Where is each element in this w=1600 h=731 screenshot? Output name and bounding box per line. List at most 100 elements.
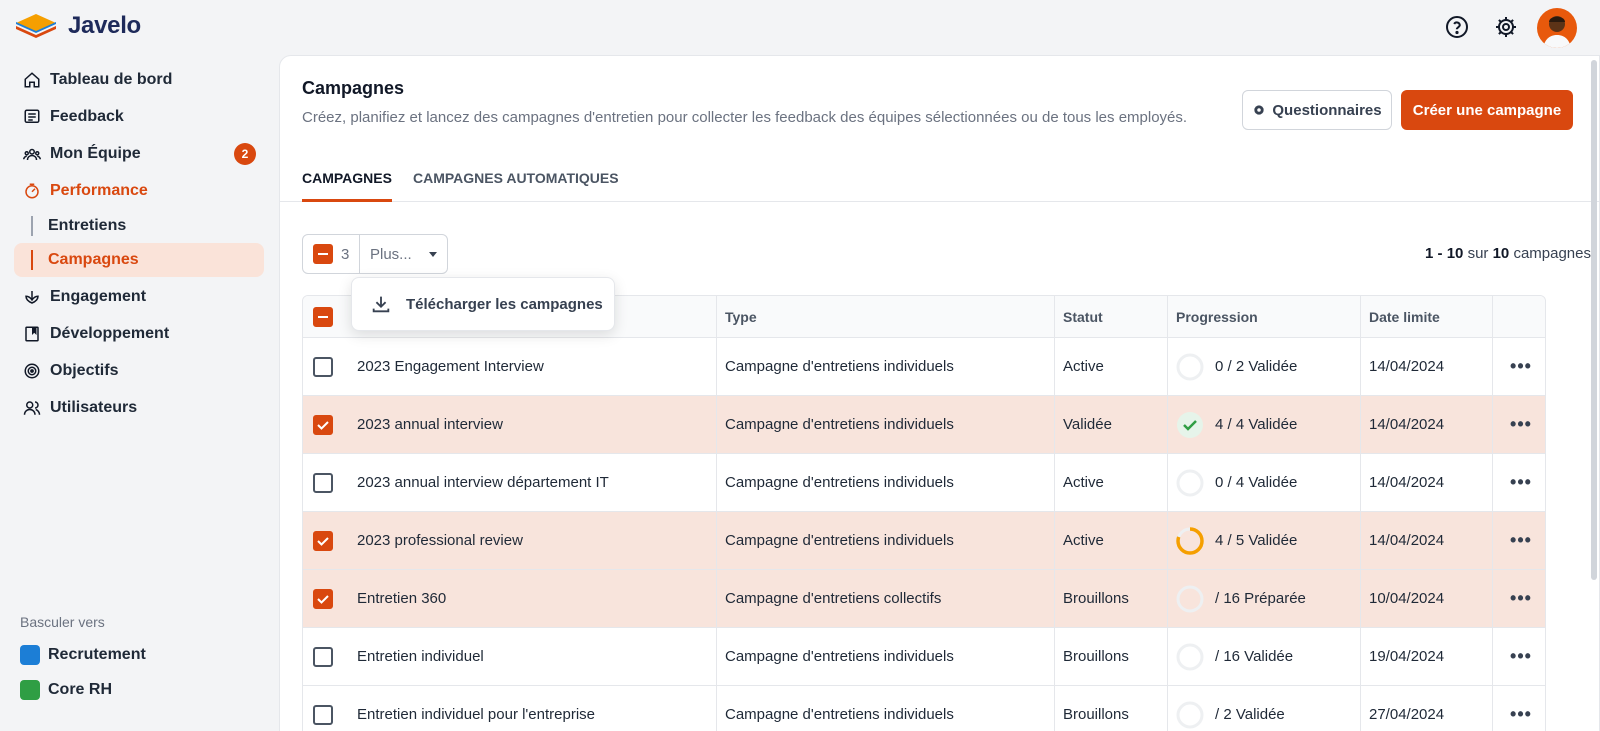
campaign-status: Active xyxy=(1063,532,1104,549)
app-logo[interactable]: Javelo xyxy=(14,12,141,40)
table-row[interactable]: 2023 Engagement Interview Campagne d'entr… xyxy=(303,338,1545,396)
row-checkbox[interactable] xyxy=(313,472,333,493)
row-select-cell xyxy=(313,686,335,731)
progress-ring-icon xyxy=(1176,526,1204,555)
campaign-title[interactable]: 2023 Engagement Interview xyxy=(357,338,712,395)
progress-text: 0 / 4 Validée xyxy=(1215,474,1298,491)
column-header-progress[interactable]: Progression xyxy=(1176,296,1356,337)
create-campaign-button[interactable]: Créer une campagne xyxy=(1401,90,1573,130)
more-options-icon[interactable]: ••• xyxy=(1510,646,1532,667)
help-circle-icon[interactable] xyxy=(1443,13,1471,41)
sidebar-item-developpement[interactable]: Développement xyxy=(14,317,264,351)
more-options-icon[interactable]: ••• xyxy=(1510,472,1532,493)
core-rh-icon xyxy=(20,680,40,700)
check-icon xyxy=(317,536,329,546)
column-header-type[interactable]: Type xyxy=(725,296,1045,337)
sidebar-item-performance[interactable]: Performance xyxy=(14,174,264,208)
sidebar-item-label: Tableau de bord xyxy=(50,71,173,88)
more-options-icon[interactable]: ••• xyxy=(1510,414,1532,435)
minus-icon xyxy=(318,253,328,255)
row-actions-cell: ••• xyxy=(1506,454,1536,511)
row-checkbox[interactable] xyxy=(313,704,333,725)
sidebar-item-label: Feedback xyxy=(50,108,124,125)
row-checkbox[interactable] xyxy=(313,588,333,609)
progress-ring-icon xyxy=(1176,585,1204,612)
campaign-title[interactable]: Entretien 360 xyxy=(357,570,712,627)
column-header-due-date[interactable]: Date limite xyxy=(1369,296,1489,337)
campaign-status: Brouillons xyxy=(1063,706,1129,723)
campaigns-table: Titre Type Statut Progression Date limit… xyxy=(302,295,1546,731)
app-name: Javelo xyxy=(68,12,141,39)
selected-count: 3 xyxy=(341,245,350,263)
table-row[interactable]: 2023 annual interview département IT Camp… xyxy=(303,454,1545,512)
row-select-cell xyxy=(313,396,335,453)
more-options-icon[interactable]: ••• xyxy=(1510,530,1532,551)
sidebar-subitem-entretiens[interactable]: Entretiens xyxy=(14,209,264,243)
row-select-cell xyxy=(313,338,335,395)
switch-item-label: Recrutement xyxy=(48,646,146,663)
sidebar-item-tableau-de-bord[interactable]: Tableau de bord xyxy=(14,63,264,97)
sidebar-item-objectifs[interactable]: Objectifs xyxy=(14,354,264,388)
row-actions-cell: ••• xyxy=(1506,686,1536,731)
sidebar-item-label: Objectifs xyxy=(50,362,119,379)
more-options-icon[interactable]: ••• xyxy=(1510,704,1532,725)
row-select-cell xyxy=(313,454,335,511)
table-row[interactable]: Entretien individuel Campagne d'entretien… xyxy=(303,628,1545,686)
bulk-select-checkbox[interactable] xyxy=(313,244,333,264)
campaign-title[interactable]: 2023 annual interview xyxy=(357,396,712,453)
campaign-progress: 0 / 2 Validée xyxy=(1175,338,1357,395)
gear-icon xyxy=(1254,105,1265,115)
message-icon xyxy=(22,107,42,127)
campaign-title[interactable]: Entretien individuel xyxy=(357,628,712,685)
row-actions-cell: ••• xyxy=(1506,512,1536,569)
download-campaigns-menu-item[interactable]: Télécharger les campagnes xyxy=(351,277,615,331)
top-bar: Javelo xyxy=(0,0,1600,54)
sidebar-item-mon-equipe[interactable]: Mon Équipe 2 xyxy=(14,137,264,171)
more-options-icon[interactable]: ••• xyxy=(1510,356,1532,377)
more-actions-select[interactable]: Plus... xyxy=(359,235,447,273)
main-panel: Campagnes Créez, planifiez et lancez des… xyxy=(279,55,1600,731)
questionnaires-button[interactable]: Questionnaires xyxy=(1242,90,1392,130)
header-select-all[interactable] xyxy=(313,296,335,337)
tab-campagnes-automatiques[interactable]: CAMPAGNES AUTOMATIQUES xyxy=(413,170,619,202)
switch-item-core-rh[interactable]: Core RH xyxy=(20,676,112,704)
table-row[interactable]: Entretien individuel pour l'entreprise Ca… xyxy=(303,686,1545,731)
campaign-due-date: 19/04/2024 xyxy=(1369,648,1445,665)
row-checkbox[interactable] xyxy=(313,646,333,667)
home-icon xyxy=(22,70,42,90)
campaign-progress: / 2 Validée xyxy=(1175,686,1357,731)
table-row[interactable]: 2023 professional review Campagne d'entre… xyxy=(303,512,1545,570)
row-checkbox[interactable] xyxy=(313,530,333,551)
suffix-text: campagnes xyxy=(1513,245,1591,262)
sidebar-item-feedback[interactable]: Feedback xyxy=(14,100,264,134)
table-row[interactable]: 2023 annual interview Campagne d'entretie… xyxy=(303,396,1545,454)
row-select-cell xyxy=(313,628,335,685)
sidebar-item-label: Mon Équipe xyxy=(50,145,141,162)
recrutement-icon xyxy=(20,645,40,665)
user-avatar[interactable] xyxy=(1537,8,1577,48)
row-checkbox[interactable] xyxy=(313,356,333,377)
column-header-status[interactable]: Statut xyxy=(1063,296,1163,337)
sidebar-subitem-campagnes[interactable]: Campagnes xyxy=(14,243,264,277)
check-icon xyxy=(317,420,329,430)
campaign-title[interactable]: 2023 annual interview département IT xyxy=(357,454,712,511)
switch-item-recrutement[interactable]: Recrutement xyxy=(20,641,146,669)
row-checkbox[interactable] xyxy=(313,414,333,435)
table-row[interactable]: Entretien 360 Campagne d'entretiens colle… xyxy=(303,570,1545,628)
progress-ring-icon xyxy=(1176,643,1204,670)
tab-campagnes[interactable]: CAMPAGNES xyxy=(302,170,392,202)
progress-text: / 16 Validée xyxy=(1215,648,1294,665)
sidebar-item-utilisateurs[interactable]: Utilisateurs xyxy=(14,391,264,425)
campaign-status: Brouillons xyxy=(1063,590,1129,607)
sidebar-item-engagement[interactable]: Engagement xyxy=(14,280,264,314)
campaign-due-date: 14/04/2024 xyxy=(1369,416,1445,433)
bulk-selection-control: 3 Plus... xyxy=(302,234,448,274)
gear-icon[interactable] xyxy=(1492,13,1520,41)
campaign-type: Campagne d'entretiens individuels xyxy=(725,532,954,549)
campaign-title[interactable]: 2023 professional review xyxy=(357,512,712,569)
more-options-icon[interactable]: ••• xyxy=(1510,588,1532,609)
select-all-checkbox[interactable] xyxy=(313,306,333,327)
campaign-title[interactable]: Entretien individuel pour l'entreprise xyxy=(357,686,712,731)
page-scrollbar[interactable] xyxy=(1591,60,1597,580)
campaign-progress: / 16 Préparée xyxy=(1175,570,1357,627)
